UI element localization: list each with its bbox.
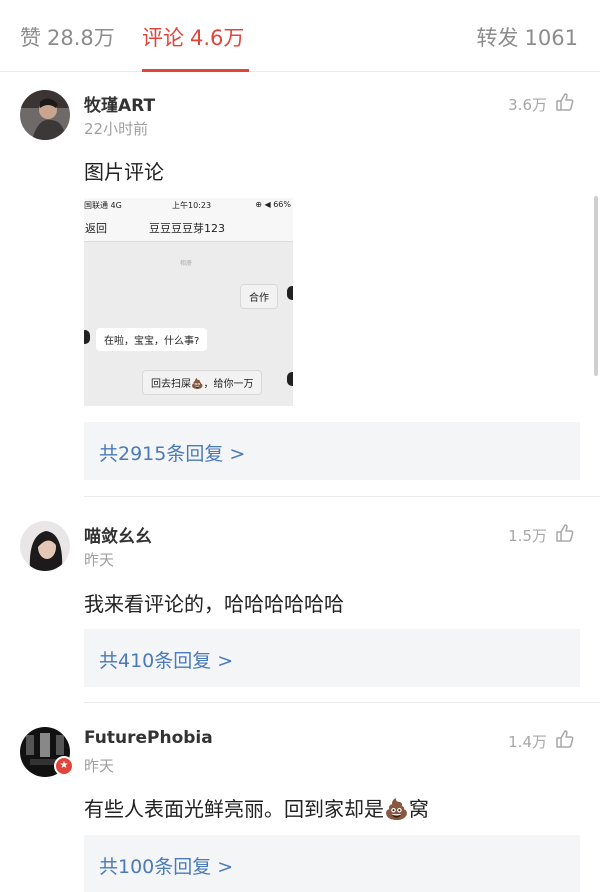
username[interactable]: 牧瑾ART	[84, 91, 155, 116]
like-count: 1.5万	[508, 526, 547, 545]
like-button[interactable]: 3.6万	[508, 92, 575, 116]
divider	[84, 496, 600, 497]
view-replies-link[interactable]: 共100条回复 >	[99, 852, 233, 879]
comment-text: 我来看评论的，哈哈哈哈哈哈	[84, 592, 344, 616]
image-message-bubble: 在啦，宝宝，什么事?	[96, 328, 208, 351]
image-clock: 上午10:23	[172, 201, 212, 210]
replies-box[interactable]: 共410条回复 >	[84, 629, 580, 687]
comment-image[interactable]: 国联通 4G 上午10:23 ⊕ ◀ 66% 返回 豆豆豆豆芽123 相册 合作…	[84, 198, 293, 406]
view-replies-link[interactable]: 共410条回复 >	[99, 646, 233, 673]
image-avatar-dot	[287, 286, 293, 300]
timestamp: 昨天	[84, 551, 115, 569]
comment-text: 图片评论	[84, 160, 164, 184]
avatar[interactable]	[20, 90, 70, 140]
image-avatar-dot	[287, 372, 293, 386]
avatar[interactable]	[20, 521, 70, 571]
image-status-bar: 国联通 4G 上午10:23 ⊕ ◀ 66%	[84, 198, 293, 212]
like-count: 1.4万	[508, 732, 547, 751]
thumbs-up-icon	[555, 729, 575, 753]
active-tab-indicator	[142, 69, 249, 72]
image-system-note: 相册	[180, 260, 193, 267]
username[interactable]: FuturePhobia	[84, 728, 213, 748]
like-count: 3.6万	[508, 95, 547, 114]
view-replies-link[interactable]: 共2915条回复 >	[99, 439, 245, 466]
image-back-label: 返回	[85, 222, 107, 235]
image-carrier: 国联通 4G	[84, 201, 122, 210]
tab-reposts-label: 转发	[476, 26, 519, 50]
image-battery: ⊕ ◀ 66%	[255, 200, 291, 209]
image-avatar-dot	[84, 330, 90, 344]
tab-reposts[interactable]: 转发 1061	[477, 22, 578, 52]
timestamp: 22小时前	[84, 120, 149, 138]
image-chat-title: 豆豆豆豆芽123	[149, 222, 225, 235]
tab-likes[interactable]: 赞 28.8万	[20, 22, 115, 52]
username[interactable]: 喵敛幺幺	[84, 522, 152, 547]
replies-box[interactable]: 共100条回复 >	[84, 835, 580, 892]
image-message-bubble: 回去扫屎💩，给你一万	[142, 370, 263, 395]
scrollbar[interactable]	[594, 196, 598, 376]
like-button[interactable]: 1.5万	[508, 523, 575, 547]
tab-reposts-count: 1061	[524, 26, 578, 50]
tab-likes-count: 28.8万	[47, 26, 115, 50]
image-message-bubble: 合作	[240, 284, 278, 309]
image-nav-bar: 返回 豆豆豆豆芽123	[84, 212, 293, 242]
thumbs-up-icon	[555, 523, 575, 547]
like-button[interactable]: 1.4万	[508, 729, 575, 753]
replies-box[interactable]: 共2915条回复 >	[84, 422, 580, 480]
comment-text: 有些人表面光鲜亮丽。回到家却是💩窝	[84, 797, 429, 821]
timestamp: 昨天	[84, 757, 115, 775]
tab-comments-count: 4.6万	[190, 26, 245, 50]
tab-likes-label: 赞	[20, 26, 41, 50]
thumbs-up-icon	[555, 92, 575, 116]
verified-badge-icon: ★	[54, 756, 74, 776]
tab-comments-label: 评论	[142, 26, 184, 50]
tab-comments[interactable]: 评论 4.6万	[142, 22, 244, 52]
tab-bar: 赞 28.8万 评论 4.6万 转发 1061	[0, 0, 600, 72]
divider	[84, 702, 600, 703]
